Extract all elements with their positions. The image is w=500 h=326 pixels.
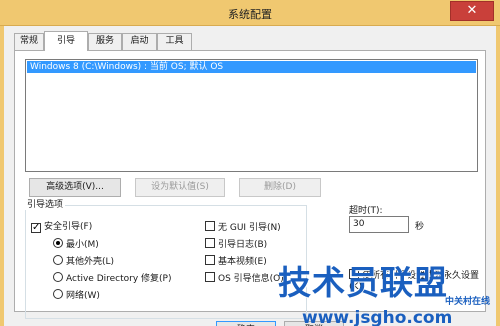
base-video-checkbox[interactable]: 基本视频(E) <box>205 255 267 267</box>
radio-icon <box>53 272 63 282</box>
alternate-shell-label: 其他外壳(L) <box>66 257 115 267</box>
alternate-shell-radio[interactable]: 其他外壳(L) <box>53 255 114 267</box>
tab-boot[interactable]: 引导 <box>44 31 88 51</box>
active-directory-label: Active Directory 修复(P) <box>66 274 172 284</box>
os-boot-info-checkbox[interactable]: OS 引导信息(O) <box>205 272 284 284</box>
tab-tools[interactable]: 工具 <box>157 33 192 50</box>
boot-options-legend: 引导选项 <box>25 197 66 210</box>
network-label: 网络(W) <box>66 291 100 301</box>
minimal-radio[interactable]: 最小(M) <box>53 238 99 250</box>
watermark-url: www.jsgho.com <box>302 308 453 326</box>
delete-button[interactable]: 删除(D) <box>239 178 321 197</box>
no-gui-label: 无 GUI 引导(N) <box>218 223 281 233</box>
radio-icon <box>53 289 63 299</box>
boot-log-checkbox[interactable]: 引导日志(B) <box>205 238 267 250</box>
safe-boot-label: 安全引导(F) <box>44 222 93 232</box>
no-gui-checkbox[interactable]: 无 GUI 引导(N) <box>205 221 281 233</box>
os-list-item[interactable]: Windows 8 (C:\Windows) : 当前 OS; 默认 OS <box>27 61 476 73</box>
tab-services[interactable]: 服务 <box>88 33 122 50</box>
base-video-label: 基本视频(E) <box>218 257 267 267</box>
advanced-options-button[interactable]: 高级选项(V)... <box>29 178 121 197</box>
checkbox-icon <box>205 272 215 282</box>
tab-general[interactable]: 常规 <box>14 33 44 50</box>
os-list[interactable]: Windows 8 (C:\Windows) : 当前 OS; 默认 OS <box>25 59 478 172</box>
timeout-unit: 秒 <box>415 222 425 232</box>
set-default-button[interactable]: 设为默认值(S) <box>135 178 225 197</box>
close-button[interactable]: ✕ <box>450 1 494 21</box>
network-radio[interactable]: 网络(W) <box>53 289 100 301</box>
watermark: 技术员联盟 中关村在线 www.jsgho.com <box>278 256 496 326</box>
tab-startup[interactable]: 启动 <box>122 33 157 50</box>
boot-log-label: 引导日志(B) <box>218 240 268 250</box>
timeout-label: 超时(T): <box>349 206 383 216</box>
checkbox-icon <box>205 238 215 248</box>
safe-boot-checkbox[interactable]: ✓ 安全引导(F) <box>31 221 92 233</box>
title-bar: 系统配置 ✕ <box>0 0 500 26</box>
radio-selected-icon <box>53 238 63 248</box>
active-directory-radio[interactable]: Active Directory 修复(P) <box>53 272 172 284</box>
ok-button[interactable]: 确定 <box>216 321 276 326</box>
checkbox-icon <box>205 221 215 231</box>
checkbox-icon <box>205 255 215 265</box>
radio-icon <box>53 255 63 265</box>
timeout-input[interactable]: 30 <box>349 216 409 233</box>
checkmark-icon: ✓ <box>31 222 41 233</box>
window-title: 系统配置 <box>228 8 272 21</box>
minimal-label: 最小(M) <box>66 240 99 250</box>
os-boot-info-label: OS 引导信息(O) <box>218 274 284 284</box>
